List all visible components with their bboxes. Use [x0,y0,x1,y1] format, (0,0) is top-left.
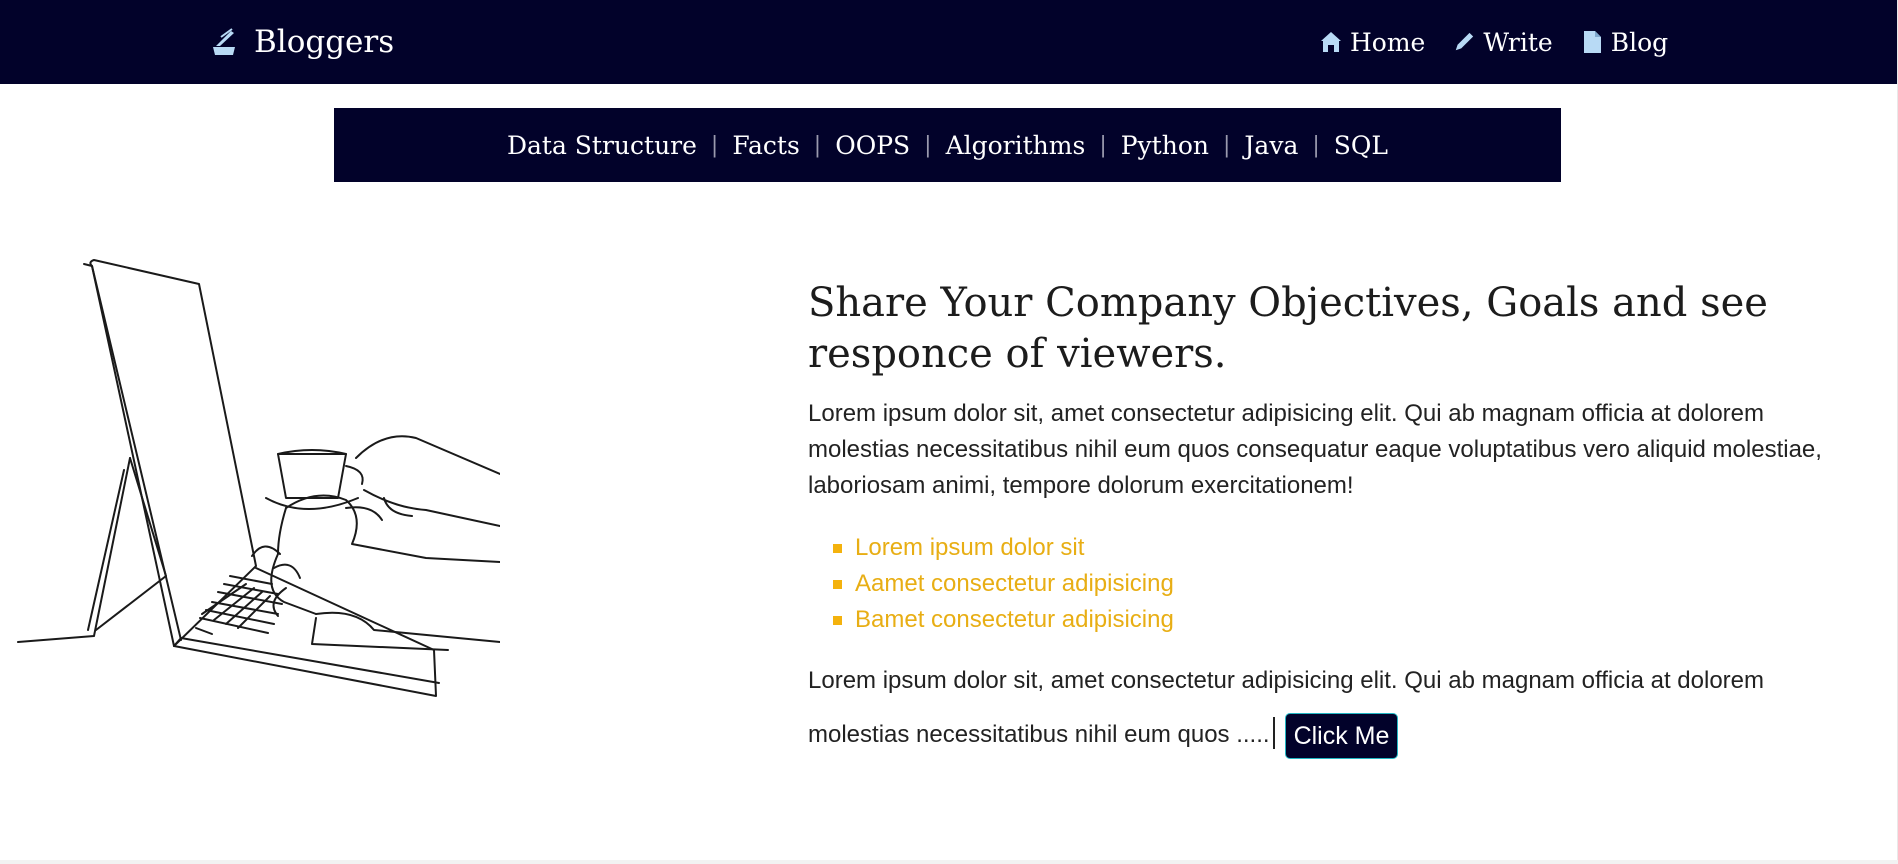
list-item: Lorem ipsum dolor sit [808,530,1838,566]
category-python[interactable]: Python [1121,131,1209,160]
feature-list: Lorem ipsum dolor sit Aamet consectetur … [808,530,1838,638]
category-separator: | [710,132,719,158]
category-separator: | [924,132,932,158]
category-data-structure[interactable]: Data Structure [507,131,697,160]
nav-blog[interactable]: Blog [1581,28,1668,57]
main-nav: Home Write Blog [1320,20,1668,64]
hero-paragraph-2: Lorem ipsum dolor sit, amet consectetur … [808,654,1838,762]
category-separator: | [1312,132,1320,158]
square-bullet-icon [833,616,842,625]
list-item-label: Bamet consectetur adipisicing [855,606,1174,633]
category-separator: | [813,132,822,158]
square-bullet-icon [833,544,842,553]
hero-content: Share Your Company Objectives, Goals and… [808,278,1838,762]
text-cursor [1272,717,1275,749]
brand-logo[interactable]: Bloggers [210,20,394,64]
nav-write-label: Write [1483,27,1553,57]
nav-home[interactable]: Home [1320,28,1425,57]
home-icon [1321,32,1341,52]
nav-write[interactable]: Write [1453,27,1553,57]
top-navbar: Bloggers Home Write Blog [0,0,1898,84]
quill-logo-icon [213,28,235,55]
bottom-divider [0,860,1898,864]
document-icon [1583,31,1601,53]
nav-blog-label: Blog [1610,27,1669,57]
nav-home-label: Home [1350,27,1426,57]
category-oops[interactable]: OOPS [835,131,910,160]
click-me-button[interactable]: Click Me [1284,712,1399,759]
category-separator: | [1222,132,1231,158]
category-java[interactable]: Java [1244,131,1298,160]
category-bar: Data Structure | Facts | OOPS | Algorith… [334,108,1561,182]
category-facts[interactable]: Facts [732,131,799,160]
category-separator: | [1099,132,1107,158]
list-item-label: Lorem ipsum dolor sit [855,534,1085,561]
category-sql[interactable]: SQL [1334,131,1388,160]
list-item-label: Aamet consectetur adipisicing [855,570,1174,597]
category-algorithms[interactable]: Algorithms [946,131,1086,160]
pen-icon [1456,32,1474,51]
brand-name: Bloggers [254,24,395,60]
hero-headline: Share Your Company Objectives, Goals and… [808,280,1768,377]
list-item: Aamet consectetur adipisicing [808,566,1838,602]
laptop-typing-illustration [17,259,500,697]
square-bullet-icon [833,580,842,589]
list-item: Bamet consectetur adipisicing [808,602,1838,638]
hero-paragraph: Lorem ipsum dolor sit, amet consectetur … [808,400,1822,499]
